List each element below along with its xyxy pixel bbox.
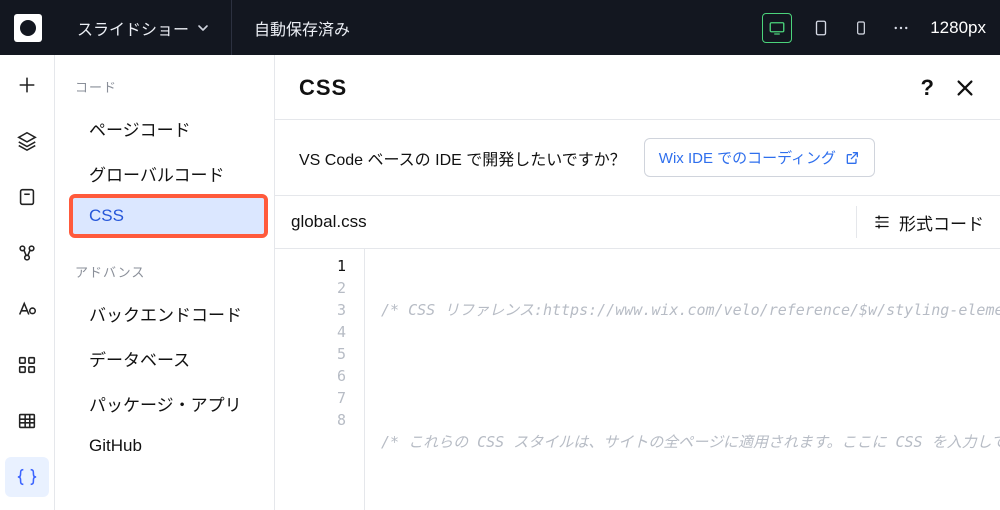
panel-header: CSS ? <box>275 55 1000 120</box>
code-line <box>381 365 1000 387</box>
wix-ide-link[interactable]: Wix IDE でのコーディング <box>644 138 875 177</box>
sidebar-group-advance: アドバンス <box>75 262 266 281</box>
main-panel: CSS ? VS Code ベースの IDE で開発したいですか？ Wix ID… <box>275 55 1000 510</box>
code-line: /* CSS リファレンス:https://www.wix.com/velo/r… <box>381 299 1000 321</box>
topbar: スライドショー 自動保存済み 1280px <box>0 0 1000 55</box>
sidebar-item-css[interactable]: CSS <box>71 196 266 236</box>
format-code-label: 形式コード <box>899 210 984 235</box>
app-logo[interactable] <box>0 0 55 55</box>
sidebar-item-global-code[interactable]: グローバルコード <box>71 151 266 196</box>
file-row: global.css 形式コード <box>275 196 1000 249</box>
code-line <box>381 497 1000 510</box>
file-name: global.css <box>291 212 367 232</box>
tool-rail <box>0 55 55 510</box>
format-icon <box>873 213 891 231</box>
device-tablet-icon[interactable] <box>810 17 832 39</box>
topbar-right: 1280px <box>762 13 1000 43</box>
chevron-down-icon <box>197 22 209 34</box>
ide-hint-text: VS Code ベースの IDE で開発したいですか？ <box>299 146 626 170</box>
save-state-label: 自動保存済み <box>254 16 350 40</box>
sidebar-group-code: コード <box>75 77 266 96</box>
sidebar-item-github[interactable]: GitHub <box>71 426 266 466</box>
topbar-left: スライドショー 自動保存済み <box>0 0 372 55</box>
format-code-button[interactable]: 形式コード <box>856 206 984 238</box>
help-icon[interactable]: ? <box>921 75 934 101</box>
code-sidebar: コード ページコード グローバルコード CSS アドバンス バックエンドコード … <box>55 55 275 510</box>
external-link-icon <box>844 150 860 166</box>
editor-body[interactable]: /* CSS リファレンス:https://www.wix.com/velo/r… <box>365 249 1000 510</box>
editor-gutter: 1 2 3 4 5 6 7 8 <box>275 249 365 510</box>
sidebar-item-backend[interactable]: バックエンドコード <box>71 291 266 336</box>
viewport-size[interactable]: 1280px <box>930 18 986 38</box>
close-icon[interactable] <box>954 77 976 99</box>
rail-add[interactable] <box>5 65 49 105</box>
device-mobile-icon[interactable] <box>850 17 872 39</box>
rail-typography[interactable] <box>5 289 49 329</box>
rail-layers[interactable] <box>5 121 49 161</box>
sidebar-item-packages[interactable]: パッケージ・アプリ <box>71 381 266 426</box>
code-line: /* これらの CSS スタイルは、サイトの全ページに適用されます。ここに CS… <box>381 431 1000 453</box>
panel-title: CSS <box>299 75 347 101</box>
ide-hint-row: VS Code ベースの IDE で開発したいですか？ Wix IDE でのコー… <box>275 120 1000 196</box>
sidebar-item-page-code[interactable]: ページコード <box>71 106 266 151</box>
component-selector[interactable]: スライドショー <box>55 0 232 55</box>
rail-code[interactable] <box>5 457 49 497</box>
sidebar-item-database[interactable]: データベース <box>71 336 266 381</box>
save-state: 自動保存済み <box>232 0 372 55</box>
rail-table[interactable] <box>5 401 49 441</box>
more-icon[interactable] <box>890 17 912 39</box>
wix-ide-link-label: Wix IDE でのコーディング <box>659 147 836 168</box>
rail-links[interactable] <box>5 233 49 273</box>
component-selector-label: スライドショー <box>77 16 189 40</box>
panel-header-actions: ? <box>921 75 976 101</box>
code-editor[interactable]: 1 2 3 4 5 6 7 8 /* CSS リファレンス:https://ww… <box>275 249 1000 510</box>
rail-apps[interactable] <box>5 345 49 385</box>
device-desktop-icon[interactable] <box>762 13 792 43</box>
rail-page[interactable] <box>5 177 49 217</box>
